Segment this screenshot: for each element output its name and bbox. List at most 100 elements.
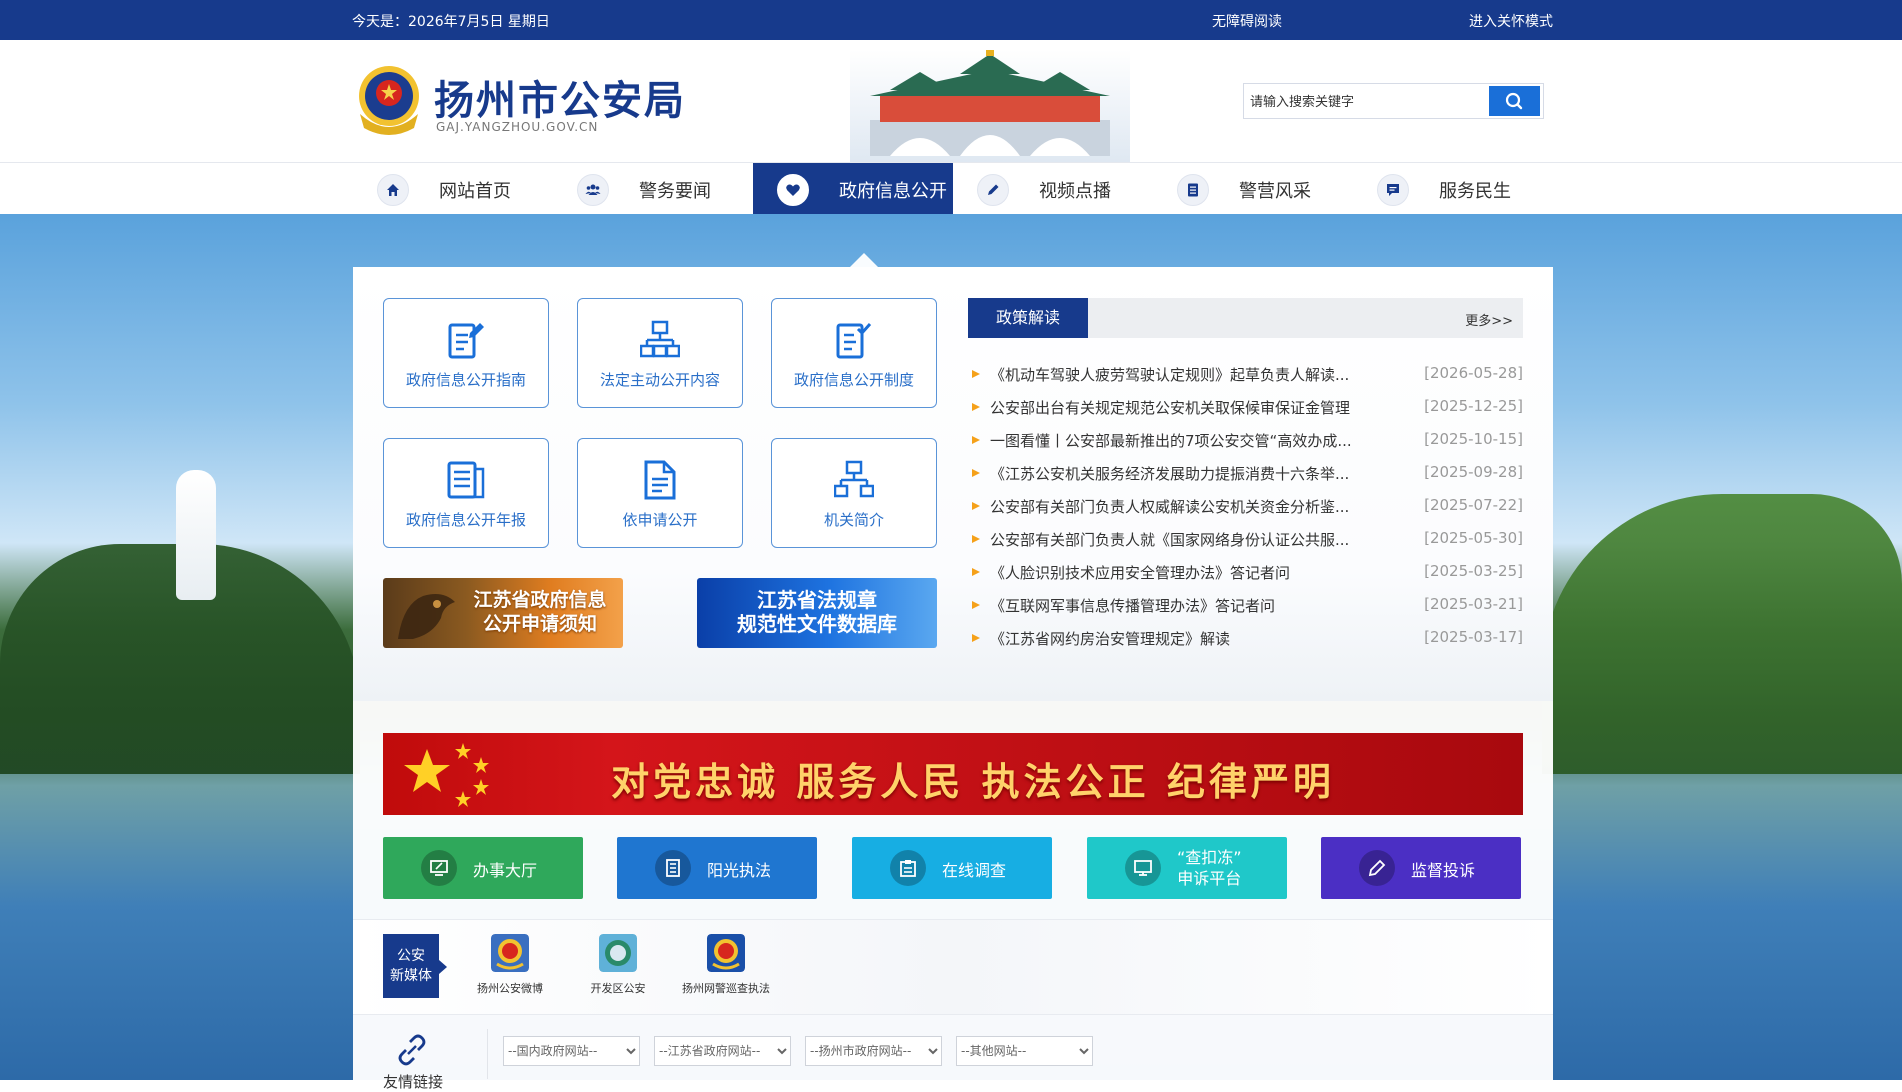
service-label: “查扣冻” 申诉平台: [1177, 847, 1242, 889]
service-label-line1: “查扣冻”: [1177, 848, 1242, 867]
five-pavilion-bridge-image: [850, 50, 1130, 162]
tile-info-system[interactable]: 政府信息公开制度: [771, 298, 937, 408]
list-item[interactable]: 公安部有关部门负责人就《国家网络身份认证公共服... [2025-05-30]: [968, 522, 1523, 555]
select-other-sites[interactable]: --其他网站--: [956, 1036, 1093, 1066]
new-media-label-line2: 新媒体: [390, 968, 432, 984]
item-date: [2025-03-17]: [1424, 628, 1523, 646]
nav-item-label: 警务要闻: [639, 181, 711, 202]
service-label: 监督投诉: [1411, 861, 1476, 880]
nav-pointer: [850, 253, 878, 267]
bullet-icon: [972, 568, 980, 576]
new-media-section: 公安 新媒体 扬州公安微博 开发区公安 扬州网警巡查执法: [353, 920, 1553, 1014]
service-button-seizure-appeal[interactable]: “查扣冻” 申诉平台: [1087, 837, 1287, 899]
list-item[interactable]: 《人脸识别技术应用安全管理办法》答记者问 [2025-03-25]: [968, 555, 1523, 588]
info-section: 政府信息公开指南 法定主动公开内容 政府信息公开制度 政府信息公开年报 依申请公…: [353, 267, 1553, 701]
banner-title: 江苏省法规章 规范性文件数据库: [697, 588, 937, 636]
dragon-sculpture-icon: [398, 594, 455, 639]
service-button-sunshine-law[interactable]: 阳光执法: [617, 837, 817, 899]
list-icon: [1177, 174, 1209, 206]
top-bar: 今天是：2026年7月5日 星期日 无障碍阅读 进入关怀模式: [0, 0, 1902, 40]
list-item[interactable]: 《互联网军事信息传播管理办法》答记者问 [2025-03-21]: [968, 588, 1523, 621]
item-date: [2025-09-28]: [1424, 463, 1523, 481]
bullet-icon: [972, 634, 980, 642]
select-domestic-gov[interactable]: --国内政府网站--: [503, 1036, 640, 1066]
item-title: 《江苏省网约房治安管理规定》解读: [990, 630, 1231, 648]
media-item-dev-zone[interactable]: 开发区公安: [563, 934, 673, 1004]
police-emblem-icon: [359, 66, 419, 135]
nav-item-police-news[interactable]: 警务要闻: [553, 163, 753, 215]
select-yangzhou-gov[interactable]: --扬州市政府网站--: [805, 1036, 942, 1066]
monitor-icon: [421, 850, 457, 886]
search-input[interactable]: [1248, 88, 1492, 116]
org-chart-icon: [640, 320, 680, 358]
item-date: [2025-10-15]: [1424, 430, 1523, 448]
bullet-icon: [972, 535, 980, 543]
tile-agency-profile[interactable]: 机关简介: [771, 438, 937, 548]
list-item[interactable]: 公安部出台有关规定规范公安机关取保候审保证金管理 [2025-12-25]: [968, 390, 1523, 423]
site-title: 扬州市公安局: [434, 77, 686, 124]
item-date: [2026-05-28]: [1424, 364, 1523, 382]
policy-tab[interactable]: 政策解读: [968, 298, 1088, 338]
nav-item-public-service[interactable]: 服务民生: [1353, 163, 1553, 215]
list-item[interactable]: 一图看懂丨公安部最新推出的7项公安交管“高效办成... [2025-10-15]: [968, 423, 1523, 456]
bullet-icon: [972, 403, 980, 411]
item-date: [2025-03-21]: [1424, 595, 1523, 613]
list-item[interactable]: 公安部有关部门负责人权威解读公安机关资金分析鉴... [2025-07-22]: [968, 489, 1523, 522]
service-button-complaint[interactable]: 监督投诉: [1321, 837, 1521, 899]
item-title: 《互联网军事信息传播管理办法》答记者问: [990, 597, 1276, 615]
media-item-weibo[interactable]: 扬州公安微博: [455, 934, 565, 1004]
item-title: 公安部有关部门负责人就《国家网络身份认证公共服...: [990, 531, 1350, 549]
nav-item-label: 服务民生: [1439, 181, 1511, 202]
main-nav: 网站首页 警务要闻 政府信息公开 视频点播 警营风采 服务民生: [0, 162, 1902, 215]
more-link[interactable]: 更多>>: [1465, 310, 1513, 329]
police-badge-icon: [707, 934, 745, 972]
dev-zone-badge-icon: [599, 934, 637, 972]
nav-item-label: 政府信息公开: [839, 181, 947, 202]
service-button-office-hall[interactable]: 办事大厅: [383, 837, 583, 899]
new-media-label-line1: 公安: [397, 948, 425, 964]
nav-item-label: 网站首页: [439, 181, 511, 202]
service-button-online-survey[interactable]: 在线调查: [852, 837, 1052, 899]
friendly-links-label: 友情链接: [383, 1073, 444, 1091]
item-date: [2025-12-25]: [1424, 397, 1523, 415]
tile-label: 法定主动公开内容: [599, 371, 720, 389]
nav-item-label: 视频点播: [1039, 181, 1111, 202]
document-icon: [644, 460, 676, 500]
list-item[interactable]: 《江苏省网约房治安管理规定》解读 [2025-03-17]: [968, 621, 1523, 654]
search-button[interactable]: [1489, 86, 1540, 116]
select-jiangsu-gov[interactable]: --江苏省政府网站--: [654, 1036, 791, 1066]
friendly-links-section: 友情链接 --国内政府网站-- --江苏省政府网站-- --扬州市政府网站-- …: [353, 1015, 1553, 1091]
media-item-cyber-police[interactable]: 扬州网警巡查执法: [671, 934, 781, 1004]
tile-statutory-disclosure[interactable]: 法定主动公开内容: [577, 298, 743, 408]
tile-label: 机关简介: [823, 511, 884, 529]
list-item[interactable]: 《机动车驾驶人疲劳驾驶认定规则》起草负责人解读... [2026-05-28]: [968, 357, 1523, 390]
banner-jiangsu-regulations-db[interactable]: 江苏省法规章 规范性文件数据库: [697, 578, 937, 648]
nav-item-home[interactable]: 网站首页: [353, 163, 553, 215]
clipboard-icon: [890, 850, 926, 886]
tile-label: 依申请公开: [622, 511, 698, 529]
tile-label: 政府信息公开年报: [405, 511, 526, 529]
care-mode-link[interactable]: 进入关怀模式: [1469, 11, 1553, 31]
service-label-line2: 申诉平台: [1177, 869, 1242, 888]
banner-title: 江苏省政府信息公开申请须知: [473, 589, 607, 635]
pencil-icon: [1359, 850, 1395, 886]
tile-label: 政府信息公开指南: [405, 371, 526, 389]
screen-icon: [1125, 850, 1161, 886]
nav-item-gov-info[interactable]: 政府信息公开: [753, 163, 953, 215]
banner-title-line1: 江苏省法规章: [757, 588, 877, 612]
nav-item-police-style[interactable]: 警营风采: [1153, 163, 1353, 215]
banner-jiangsu-info-request[interactable]: 江苏省政府信息公开申请须知: [383, 578, 623, 648]
heart-icon: [777, 174, 809, 206]
list-item[interactable]: 《江苏公安机关服务经济发展助力提振消费十六条举... [2025-09-28]: [968, 456, 1523, 489]
accessibility-link[interactable]: 无障碍阅读: [1212, 11, 1282, 31]
tile-request-disclosure[interactable]: 依申请公开: [577, 438, 743, 548]
item-title: 公安部有关部门负责人权威解读公安机关资金分析鉴...: [990, 498, 1350, 516]
nav-item-video[interactable]: 视频点播: [953, 163, 1153, 215]
people-icon: [577, 174, 609, 206]
tile-info-guide[interactable]: 政府信息公开指南: [383, 298, 549, 408]
tile-annual-report[interactable]: 政府信息公开年报: [383, 438, 549, 548]
current-date: 今天是：2026年7月5日 星期日: [352, 14, 550, 30]
divider-line: [487, 1029, 488, 1079]
trees-right-image: [1542, 494, 1902, 774]
message-icon: [1377, 174, 1409, 206]
